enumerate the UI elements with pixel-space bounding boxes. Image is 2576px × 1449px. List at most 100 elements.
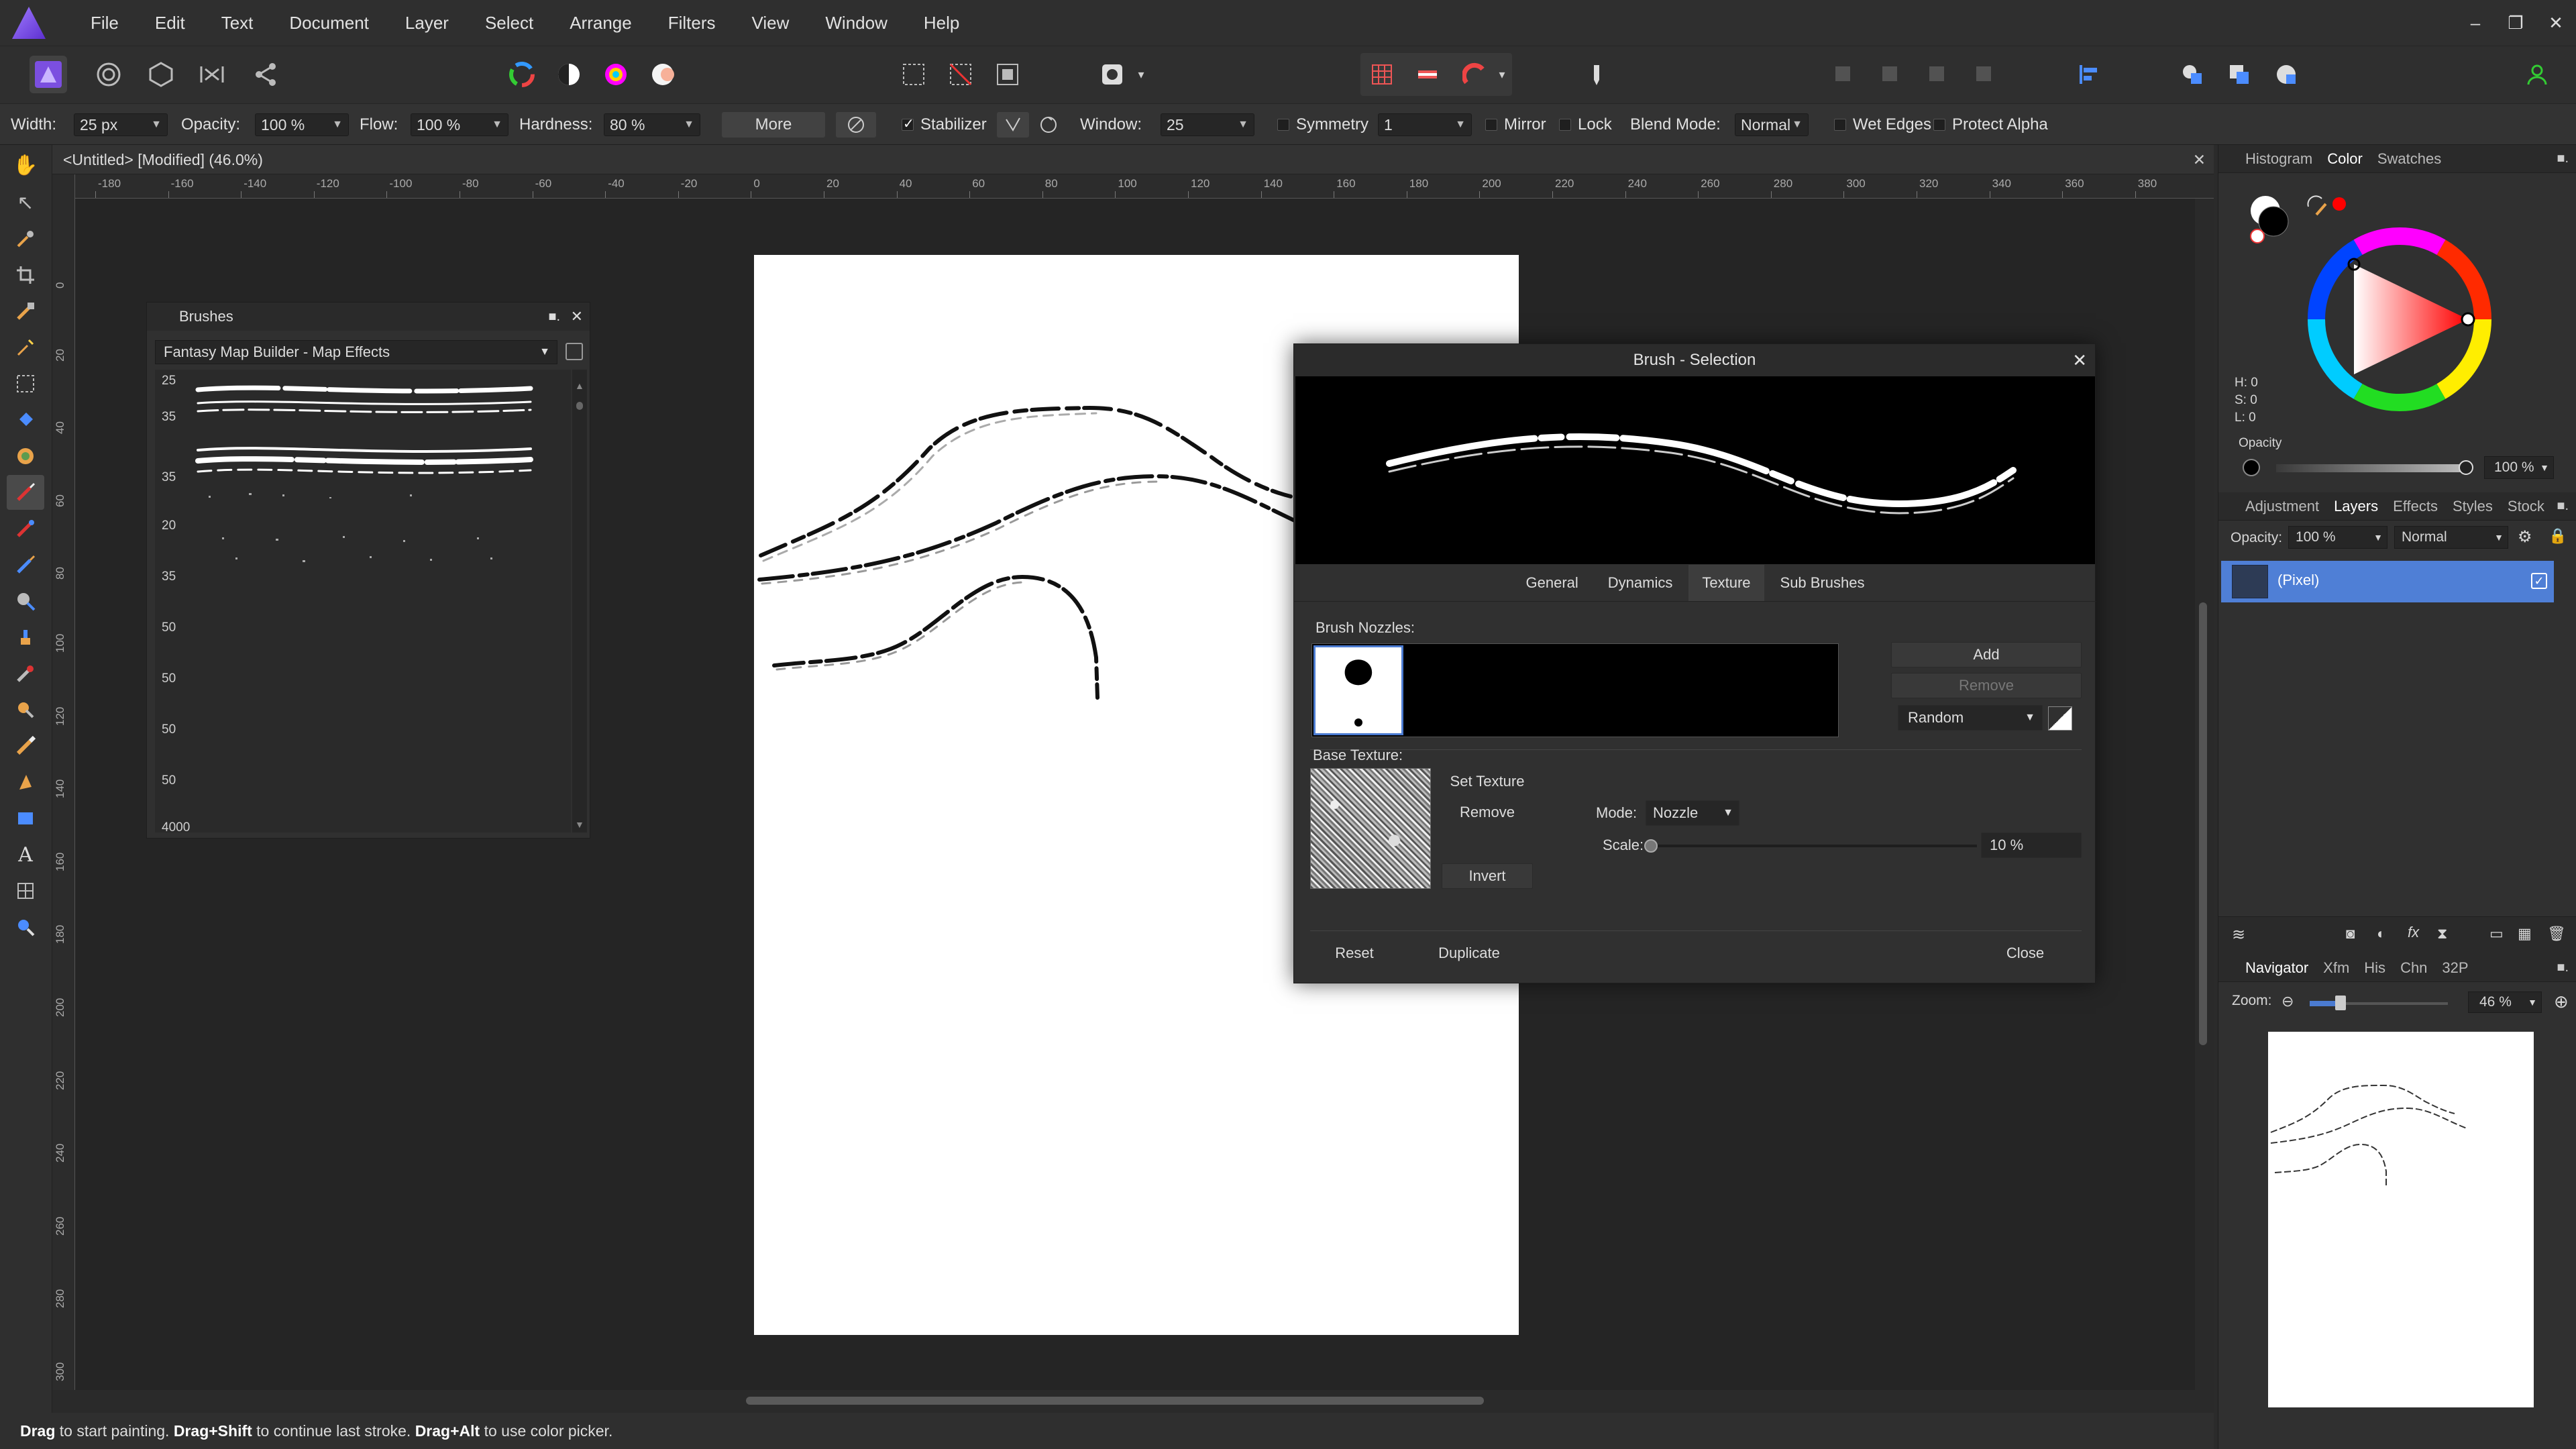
scroll-up-icon[interactable]: ▲ [575, 380, 584, 391]
move-tool-icon[interactable]: ↖ [7, 185, 44, 220]
menu-edit[interactable]: Edit [137, 0, 203, 46]
levels-icon[interactable] [550, 56, 588, 93]
zoom-slider[interactable] [2310, 996, 2448, 1010]
tab-effects[interactable]: Effects [2393, 498, 2438, 515]
live-filter-icon[interactable]: ⧗ [2437, 925, 2447, 943]
export-persona-icon[interactable] [247, 56, 284, 93]
arrange-icon-2[interactable] [1872, 56, 1909, 93]
pixel-layer-icon[interactable]: ▦ [2518, 925, 2532, 943]
menu-window[interactable]: Window [807, 0, 905, 46]
hsl-icon[interactable] [597, 56, 635, 93]
tab-histogram[interactable]: Histogram [2245, 150, 2312, 168]
width-field[interactable]: 25 px ▼ [74, 113, 168, 136]
scale-field[interactable]: 10 % [1981, 833, 2082, 858]
adjustment-layer-icon[interactable]: ◐ [2377, 925, 2385, 943]
mesh-warp-tool-icon[interactable] [7, 873, 44, 908]
menu-arrange[interactable]: Arrange [551, 0, 650, 46]
menu-file[interactable]: File [72, 0, 137, 46]
liquify-persona-icon[interactable] [90, 56, 127, 93]
add-geometry-icon[interactable] [2174, 56, 2211, 93]
tab-color[interactable]: Color [2327, 150, 2363, 168]
pen-tool-icon[interactable] [7, 765, 44, 800]
photo-persona-icon[interactable] [30, 56, 67, 93]
opacity-field[interactable]: 100 % ▼ [255, 113, 349, 136]
align-icon[interactable] [2070, 56, 2108, 93]
rectangle-tool-icon[interactable] [7, 801, 44, 836]
arrange-icon-4[interactable] [1966, 56, 2003, 93]
quick-mask-dropdown-icon[interactable]: ▾ [1131, 56, 1151, 93]
zoom-field[interactable]: 46 % ▼ [2468, 991, 2542, 1013]
duplicate-button[interactable]: Duplicate [1417, 941, 1521, 967]
clone-tool-icon[interactable] [7, 620, 44, 655]
brush-category-select[interactable]: Fantasy Map Builder - Map Effects ▼ [155, 340, 557, 364]
layer-stack-icon[interactable]: ≋ [2232, 925, 2245, 945]
layer-lock-icon[interactable]: 🔒 [2548, 527, 2567, 545]
quick-mask-icon[interactable] [1093, 56, 1131, 93]
layer-opacity-field[interactable]: 100 % ▼ [2288, 526, 2387, 549]
layer-row[interactable]: (Pixel) ✓ [2221, 561, 2554, 602]
zoom-in-icon[interactable]: ⊕ [2554, 991, 2569, 1012]
user-account-icon[interactable] [2518, 56, 2556, 93]
brush-options-icon[interactable] [836, 112, 876, 138]
vertical-scroll-thumb[interactable] [2199, 602, 2207, 1045]
selection-brush-tool-icon[interactable] [7, 294, 44, 329]
color-wheel-icon[interactable] [503, 56, 541, 93]
blend-mode-select[interactable]: Normal ▼ [1735, 113, 1809, 136]
reset-button[interactable]: Reset [1309, 941, 1400, 967]
panel-menu-icon[interactable]: ■. [2557, 498, 2569, 514]
remove-nozzle-button[interactable]: Remove [1891, 673, 2082, 698]
lock-checkbox[interactable] [1559, 119, 1571, 131]
tab-channels[interactable]: Chn [2400, 959, 2427, 977]
symmetry-count-field[interactable]: 1 ▼ [1378, 113, 1472, 136]
brush-list-scroll-thumb[interactable] [576, 402, 583, 410]
more-button[interactable]: More [722, 112, 825, 138]
layer-visibility-checkbox[interactable]: ✓ [2531, 573, 2547, 589]
color-wheel[interactable] [2292, 212, 2507, 427]
tab-navigator[interactable]: Navigator [2245, 959, 2308, 977]
document-tab[interactable]: <Untitled> [Modified] (46.0%) ✕ [52, 145, 2214, 174]
close-document-icon[interactable]: ✕ [2193, 145, 2206, 174]
mixer-brush-tool-icon[interactable] [7, 547, 44, 582]
crop-tool-icon[interactable] [7, 258, 44, 292]
symmetry-toggle[interactable]: Symmetry [1277, 104, 1368, 146]
flow-field[interactable]: 100 % ▼ [411, 113, 508, 136]
snapping-dropdown-icon[interactable]: ▾ [1492, 56, 1512, 93]
snapping-magnet-icon[interactable] [1456, 56, 1493, 93]
tone-mapping-persona-icon[interactable] [193, 56, 231, 93]
hardness-field[interactable]: 80 % ▼ [604, 113, 700, 136]
marquee-mode-icon[interactable] [895, 56, 932, 93]
color-picker-tool-icon[interactable] [7, 221, 44, 256]
opacity-slider-thumb[interactable] [2459, 460, 2473, 475]
layer-blend-mode-select[interactable]: Normal ▼ [2394, 526, 2508, 549]
gradient-tool-icon[interactable] [7, 439, 44, 474]
mirror-checkbox[interactable] [1485, 119, 1497, 131]
window-field[interactable]: 25 ▼ [1161, 113, 1254, 136]
brush-list[interactable]: 25 35 35 20 35 50 50 50 50 4000 [155, 370, 571, 835]
dialog-title-bar[interactable]: Brush - Selection ✕ [1294, 344, 2095, 376]
flood-fill-tool-icon[interactable] [7, 402, 44, 437]
tab-adjustment[interactable]: Adjustment [2245, 498, 2319, 515]
add-nozzle-button[interactable]: Add [1891, 642, 2082, 667]
set-texture-button[interactable]: Set Texture [1442, 769, 1533, 795]
close-panel-icon[interactable]: ✕ [571, 303, 583, 331]
dodge-tool-icon[interactable] [7, 584, 44, 619]
horizontal-scroll-thumb[interactable] [746, 1397, 1484, 1405]
deselect-icon[interactable] [942, 56, 979, 93]
texture-mode-select[interactable]: Nozzle ▼ [1646, 800, 1739, 826]
tab-history[interactable]: His [2364, 959, 2385, 977]
zoom-slider-thumb[interactable] [2335, 996, 2346, 1010]
menu-layer[interactable]: Layer [387, 0, 467, 46]
affinity-photo-logo-icon[interactable] [12, 7, 46, 39]
mask-layer-icon[interactable]: ◙ [2346, 925, 2355, 943]
scroll-down-icon[interactable]: ▼ [575, 819, 584, 830]
panel-menu-icon[interactable]: ■. [2557, 960, 2569, 975]
minimize-button[interactable]: – [2455, 0, 2496, 46]
menu-filters[interactable]: Filters [650, 0, 734, 46]
color-replacement-tool-icon[interactable] [7, 511, 44, 546]
marquee-tool-icon[interactable] [7, 366, 44, 401]
menu-document[interactable]: Document [271, 0, 387, 46]
tab-32p[interactable]: 32P [2442, 959, 2468, 977]
window-mode-icon[interactable] [1038, 104, 1059, 146]
vertical-scrollbar[interactable] [2195, 199, 2214, 1390]
symmetry-checkbox[interactable] [1277, 119, 1289, 131]
